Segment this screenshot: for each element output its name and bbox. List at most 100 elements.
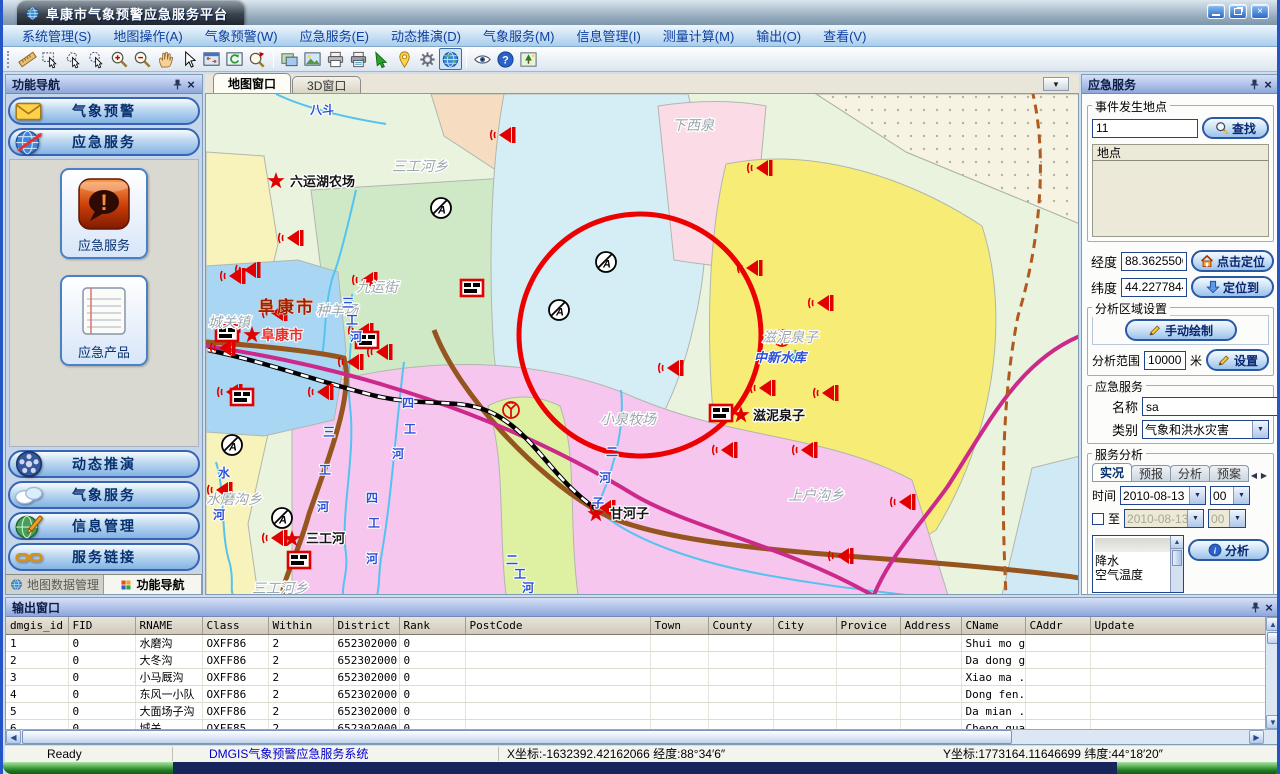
analyze-button[interactable]: 分析 bbox=[1188, 539, 1269, 561]
table-row[interactable]: 40东风一小队OXFF8626523020000Dong fen... bbox=[6, 686, 1280, 703]
menu-item[interactable]: 地图操作(A) bbox=[102, 24, 193, 47]
emergency-service-globe-icon[interactable] bbox=[439, 48, 462, 70]
service-type-select[interactable]: 气象和洪水灾害 ▼ bbox=[1142, 420, 1269, 439]
menu-item[interactable]: 信息管理(I) bbox=[566, 24, 652, 47]
print-icon[interactable] bbox=[324, 48, 347, 70]
hour-select[interactable]: 00 ▼ bbox=[1210, 486, 1250, 505]
select-rect-tool-icon[interactable] bbox=[39, 48, 62, 70]
to-date-select[interactable]: 2010-08-13 ▼ bbox=[1124, 509, 1204, 528]
nav-group-bar[interactable]: 气象预警 bbox=[8, 97, 200, 125]
column-header[interactable]: Within bbox=[268, 617, 333, 635]
menu-item[interactable]: 气象服务(M) bbox=[472, 24, 566, 47]
analysis-tab[interactable]: 预案 bbox=[1209, 465, 1249, 481]
refresh-map-icon[interactable] bbox=[223, 48, 246, 70]
scene-image-icon[interactable] bbox=[517, 48, 540, 70]
map-canvas[interactable]: 六运湖农场三工河乡九运街下西泉城关镇阜康市阜康市种羊场滋泥泉子中新水库滋泥泉子小… bbox=[205, 94, 1079, 595]
locate-to-button[interactable]: 定位到 bbox=[1191, 276, 1274, 298]
location-list-header[interactable]: 地点 bbox=[1092, 144, 1269, 161]
column-header[interactable]: Address bbox=[900, 617, 961, 635]
close-icon[interactable]: × bbox=[1261, 77, 1275, 91]
manual-draw-button[interactable]: 手动绘制 bbox=[1125, 319, 1237, 341]
pin-icon[interactable] bbox=[1248, 600, 1262, 614]
tab-function-navigation[interactable]: 功能导航 bbox=[104, 575, 202, 594]
emergency-product-button[interactable]: 应急产品 bbox=[60, 275, 148, 366]
column-header[interactable]: District bbox=[333, 617, 399, 635]
scroll-right-icon[interactable]: ▶ bbox=[1249, 730, 1264, 744]
station-marker[interactable] bbox=[272, 508, 292, 528]
map-tab-active[interactable]: 地图窗口 bbox=[213, 73, 291, 93]
column-header[interactable]: CAddr bbox=[1025, 617, 1090, 635]
column-header[interactable]: City bbox=[773, 617, 836, 635]
table-row[interactable]: 20大冬沟OXFF8626523020000Da dong gou bbox=[6, 652, 1280, 669]
zoom-out-tool-icon[interactable] bbox=[131, 48, 154, 70]
search-button[interactable]: 查找 bbox=[1202, 117, 1269, 139]
zoom-in-tool-icon[interactable] bbox=[108, 48, 131, 70]
overview-map-icon[interactable] bbox=[278, 48, 301, 70]
analysis-range-input[interactable] bbox=[1144, 351, 1186, 370]
analysis-tab[interactable]: 实况 bbox=[1092, 463, 1132, 481]
menu-item[interactable]: 系统管理(S) bbox=[11, 24, 102, 47]
click-locate-button[interactable]: 点击定位 bbox=[1191, 250, 1274, 272]
to-hour-select[interactable]: 00 ▼ bbox=[1208, 509, 1246, 528]
pin-icon[interactable] bbox=[1247, 77, 1261, 91]
table-row[interactable]: 30小马厩沟OXFF8626523020000Xiao ma ... bbox=[6, 669, 1280, 686]
column-header[interactable]: Update bbox=[1090, 617, 1280, 635]
latitude-input[interactable] bbox=[1121, 278, 1187, 297]
help-icon[interactable] bbox=[494, 48, 517, 70]
scroll-left-icon[interactable]: ◀ bbox=[6, 730, 21, 744]
column-header[interactable]: Class bbox=[202, 617, 268, 635]
title-bar[interactable]: 阜康市气象预警应急服务平台 × bbox=[3, 0, 1277, 25]
select-circle-tool-icon[interactable] bbox=[85, 48, 108, 70]
toolbar-grip[interactable] bbox=[7, 51, 12, 68]
facility-marker[interactable] bbox=[231, 389, 253, 405]
close-icon[interactable]: × bbox=[1262, 600, 1276, 614]
emergency-service-button[interactable]: 应急服务 bbox=[60, 168, 148, 259]
column-header[interactable]: Provice bbox=[836, 617, 900, 635]
select-polygon-tool-icon[interactable] bbox=[62, 48, 85, 70]
location-search-input[interactable] bbox=[1092, 119, 1198, 138]
column-header[interactable]: RNAME bbox=[135, 617, 202, 635]
column-header[interactable]: Town bbox=[650, 617, 708, 635]
column-header[interactable]: County bbox=[708, 617, 773, 635]
analysis-tab[interactable]: 预报 bbox=[1131, 465, 1171, 481]
scroll-up-icon[interactable]: ▲ bbox=[1266, 617, 1280, 631]
table-row[interactable]: 10水磨沟OXFF8626523020000Shui mo gou bbox=[6, 635, 1280, 652]
print-preview-icon[interactable] bbox=[347, 48, 370, 70]
facility-marker[interactable] bbox=[288, 552, 310, 568]
scroll-down-icon[interactable]: ▼ bbox=[1266, 715, 1280, 729]
tab-scroll-right-icon[interactable]: ▶ bbox=[1259, 468, 1269, 482]
table-vertical-scrollbar[interactable]: ▲ ▼ bbox=[1265, 617, 1280, 729]
layer-visibility-icon[interactable] bbox=[471, 48, 494, 70]
tab-scroll-left-icon[interactable]: ◀ bbox=[1249, 468, 1259, 482]
column-header[interactable]: PostCode bbox=[465, 617, 650, 635]
listbox-scrollbar[interactable]: ▲ bbox=[1170, 536, 1183, 592]
facility-marker[interactable] bbox=[461, 280, 483, 296]
measure-tool-icon[interactable] bbox=[16, 48, 39, 70]
table-horizontal-scrollbar[interactable]: ◀ ▶ bbox=[6, 729, 1280, 744]
restore-button[interactable] bbox=[1229, 4, 1247, 19]
menu-item[interactable]: 动态推演(D) bbox=[380, 24, 472, 47]
close-button[interactable]: × bbox=[1251, 4, 1269, 19]
date-select[interactable]: 2010-08-13 ▼ bbox=[1120, 486, 1206, 505]
map-tab-inactive[interactable]: 3D窗口 bbox=[292, 76, 361, 93]
full-extent-icon[interactable] bbox=[200, 48, 223, 70]
tab-map-data-management[interactable]: 地图数据管理 bbox=[6, 575, 104, 594]
analysis-tab[interactable]: 分析 bbox=[1170, 465, 1210, 481]
pointer-tool-icon[interactable] bbox=[177, 48, 200, 70]
navigate-tool-icon[interactable] bbox=[370, 48, 393, 70]
longitude-input[interactable] bbox=[1121, 252, 1187, 271]
station-marker[interactable] bbox=[431, 198, 451, 218]
menu-item[interactable]: 应急服务(E) bbox=[289, 24, 380, 47]
settings-icon[interactable] bbox=[416, 48, 439, 70]
menu-item[interactable]: 输出(O) bbox=[745, 24, 812, 47]
station-marker[interactable] bbox=[596, 252, 616, 272]
table-row[interactable]: 60城关OXFF8526523020000Cheng guan bbox=[6, 720, 1280, 730]
pin-icon[interactable] bbox=[170, 77, 184, 91]
column-header[interactable]: Rank bbox=[399, 617, 465, 635]
column-header[interactable]: FID bbox=[68, 617, 135, 635]
map-tab-list-dropdown[interactable]: ▼ bbox=[1043, 77, 1069, 91]
nav-group-bar[interactable]: 气象服务 bbox=[8, 481, 200, 509]
layer-listbox[interactable]: 降水空气温度 ▲ bbox=[1092, 535, 1184, 593]
set-range-button[interactable]: 设置 bbox=[1206, 349, 1269, 371]
location-list[interactable] bbox=[1092, 161, 1269, 237]
